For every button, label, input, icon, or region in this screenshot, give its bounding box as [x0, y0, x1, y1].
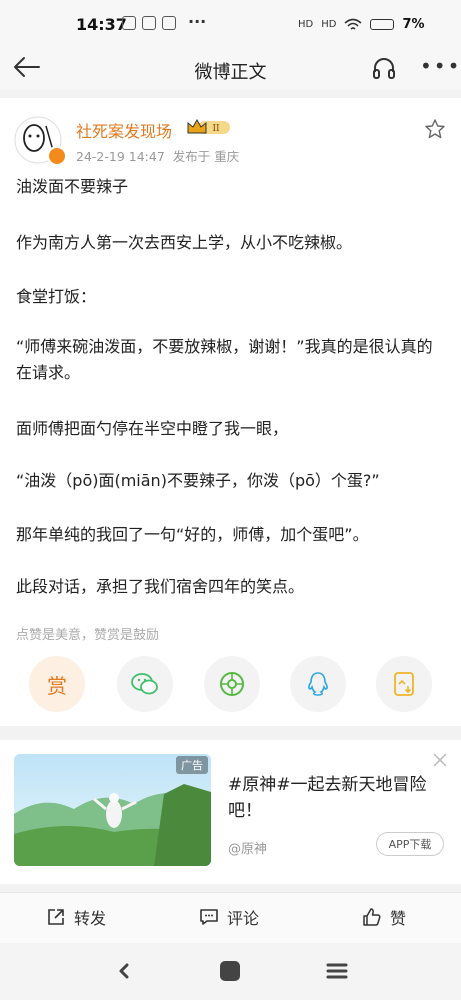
qq-icon — [308, 672, 328, 696]
section-separator — [0, 726, 461, 740]
ad-tag: 广告 — [176, 756, 208, 774]
battery-level: 7% — [402, 17, 425, 32]
post-date: 24-2-19 14:47 — [76, 149, 165, 164]
more-options-icon[interactable]: ••• — [420, 54, 461, 78]
member-crown-icon: II — [187, 118, 230, 134]
status-more-indicator: ··· — [188, 12, 207, 31]
gallery-notification-icon — [122, 16, 136, 30]
verified-badge-icon — [47, 146, 67, 166]
reward-hint: 点赞是美意，赞赏是鼓励 — [16, 628, 160, 643]
like-button[interactable]: 赞 — [362, 892, 406, 942]
save-image-icon — [394, 672, 414, 696]
post-location: 发布于 重庆 — [172, 149, 240, 164]
post-paragraph-8: 此段对话，承担了我们宿舍四年的笑点。 — [16, 577, 305, 596]
member-level: II — [212, 124, 220, 134]
comment-label: 评论 — [227, 909, 260, 928]
post-paragraph-2: 作为南方人第一次去西安上学，从小不吃辣椒。 — [16, 233, 353, 252]
system-home-icon[interactable] — [220, 961, 240, 981]
system-back-icon[interactable] — [116, 962, 132, 980]
save-image-button[interactable] — [376, 656, 432, 712]
ad-title[interactable]: #原神#一起去新天地冒险吧！ — [228, 772, 428, 824]
post-meta: 24-2-19 14:47 发布于 重庆 — [76, 146, 239, 165]
message-notification-icon — [162, 16, 176, 30]
author-name[interactable]: 社死案发现场 — [76, 118, 172, 142]
share-qq-button[interactable] — [290, 656, 346, 712]
like-thumb-icon — [363, 908, 381, 926]
moments-icon — [220, 672, 244, 696]
share-wechat-button[interactable] — [117, 656, 173, 712]
system-menu-icon[interactable] — [326, 962, 348, 980]
post-paragraph-7: 那年单纯的我回了一句“好的，师傅，加个蛋吧”。 — [16, 525, 369, 544]
hd-signal-icon: HD — [298, 19, 314, 30]
reward-button[interactable]: 赏 — [29, 656, 85, 712]
like-label: 赞 — [390, 909, 407, 928]
post-paragraph-4: “师傅来碗油泼面，不要放辣椒，谢谢！”我真的是很认真的在请求。 — [16, 337, 433, 382]
share-moments-button[interactable] — [204, 656, 260, 712]
status-right-icons: HD HD 7% — [298, 17, 425, 32]
comment-icon — [200, 909, 218, 925]
wechat-icon — [131, 673, 158, 695]
app-notification-icon — [142, 16, 156, 30]
hd-signal-icon-2: HD — [321, 19, 337, 30]
status-time: 14:37 — [76, 15, 127, 34]
wifi-icon — [344, 18, 362, 30]
post-paragraph-3: 食堂打饭： — [16, 287, 97, 306]
repost-icon — [48, 909, 64, 925]
battery-icon — [370, 19, 395, 30]
comment-button[interactable]: 评论 — [199, 892, 259, 942]
repost-label: 转发 — [74, 909, 107, 928]
post-paragraph-6: “油泼（pō)面(miān)不要辣子，你泼（pō）个蛋?” — [16, 471, 380, 490]
favorite-star-icon[interactable] — [424, 118, 446, 140]
headset-icon[interactable] — [370, 54, 398, 82]
app-download-button[interactable]: APP下载 — [376, 832, 444, 856]
post-paragraph-1: 油泼面不要辣子 — [16, 177, 129, 196]
close-ad-icon[interactable] — [432, 752, 448, 768]
ad-source[interactable]: @原神 — [228, 838, 267, 857]
reward-label: 赏 — [47, 673, 67, 698]
repost-button[interactable]: 转发 — [46, 892, 106, 942]
post-paragraph-5: 面师傅把面勺停在半空中瞪了我一眼， — [16, 419, 289, 438]
status-notification-icons — [122, 16, 176, 30]
